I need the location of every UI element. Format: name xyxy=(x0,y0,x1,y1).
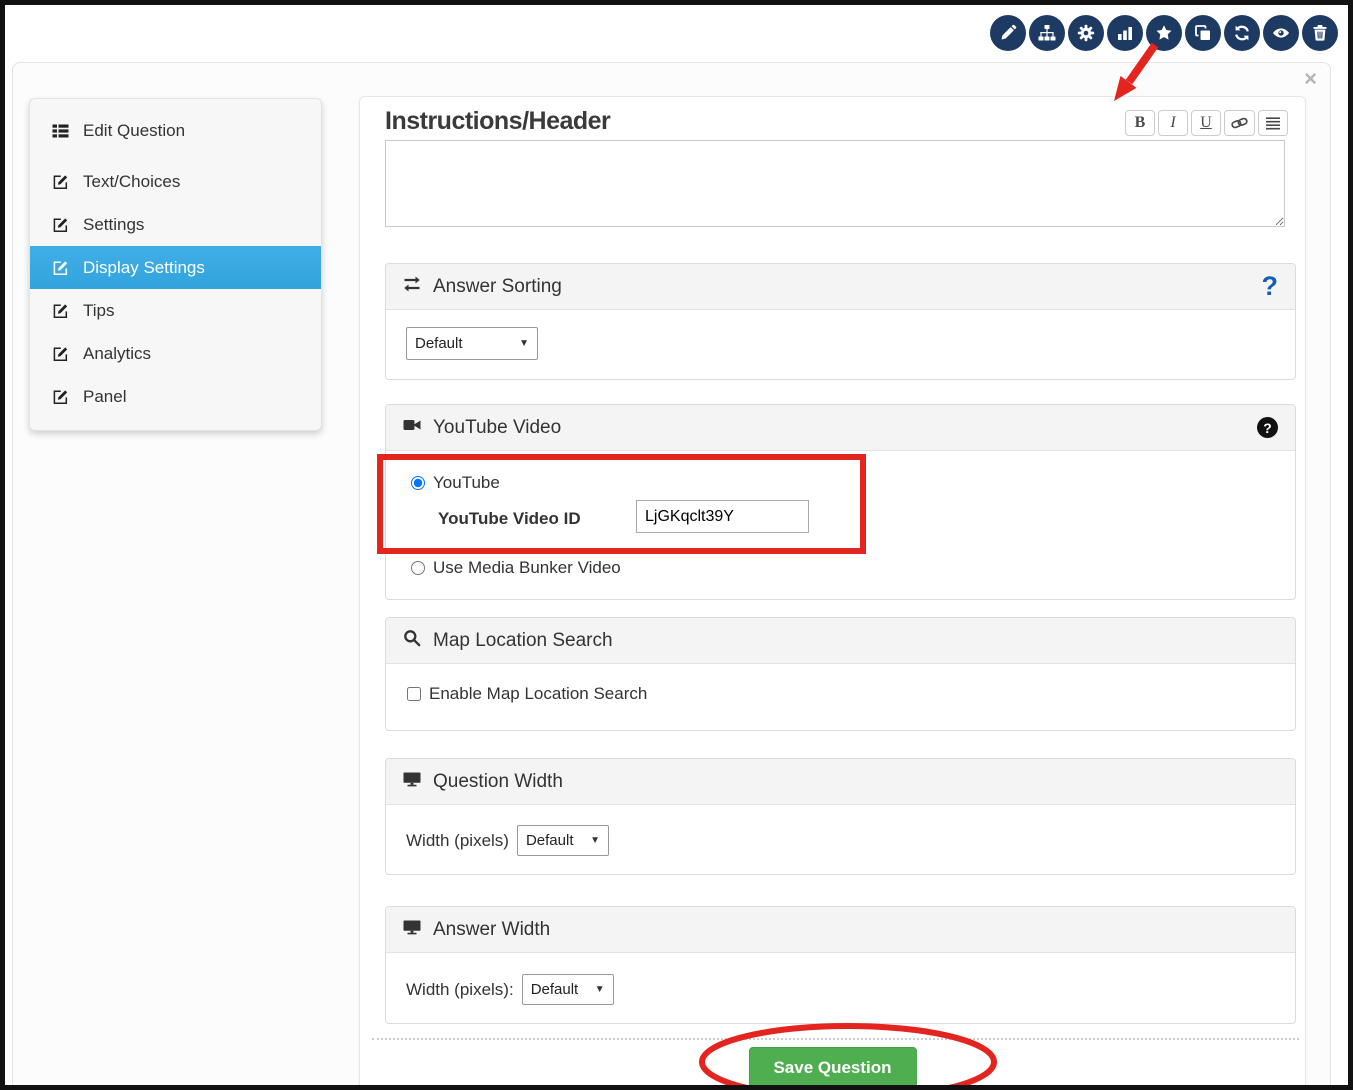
answer-width-panel: Answer Width Width (pixels): Default ▼ xyxy=(385,906,1296,1024)
trash-icon[interactable] xyxy=(1302,15,1338,51)
gear-icon[interactable] xyxy=(1068,15,1104,51)
search-icon xyxy=(403,629,421,653)
italic-button[interactable]: I xyxy=(1158,110,1188,136)
youtube-video-header: YouTube Video ? xyxy=(386,405,1295,451)
question-editor-modal: × Edit Question Text/Choices Settings xyxy=(12,62,1331,1085)
media-bunker-radio-row: Use Media Bunker Video xyxy=(411,558,621,578)
sidebar-item-label: Settings xyxy=(83,215,144,235)
section-title: YouTube Video xyxy=(433,417,561,439)
answer-width-row: Width (pixels): Default ▼ xyxy=(406,974,614,1005)
question-width-select[interactable]: Default ▼ xyxy=(517,825,609,856)
sidebar-item-settings[interactable]: Settings xyxy=(30,203,321,246)
youtube-video-id-label: YouTube Video ID xyxy=(438,509,581,529)
pencil-square-icon xyxy=(52,345,70,362)
save-question-button[interactable]: Save Question xyxy=(748,1047,916,1089)
youtube-radio-row: YouTube xyxy=(411,473,500,493)
action-toolbar xyxy=(990,15,1338,51)
help-icon[interactable]: ? xyxy=(1257,417,1278,438)
width-label: Width (pixels) xyxy=(406,831,509,851)
chevron-down-icon: ▼ xyxy=(590,835,600,846)
section-title: Answer Width xyxy=(433,919,550,941)
width-label: Width (pixels): xyxy=(406,980,514,1000)
section-title: Answer Sorting xyxy=(433,276,562,298)
video-camera-icon xyxy=(403,416,421,440)
sidebar-item-label: Text/Choices xyxy=(83,172,180,192)
section-title: Map Location Search xyxy=(433,630,613,652)
justify-icon[interactable] xyxy=(1258,110,1288,136)
answer-sorting-select[interactable]: Default ▼ xyxy=(406,327,538,360)
youtube-video-id-input[interactable] xyxy=(636,500,809,533)
sidebar-item-display-settings[interactable]: Display Settings xyxy=(30,246,321,289)
clone-icon[interactable] xyxy=(1185,15,1221,51)
sidebar: Edit Question Text/Choices Settings Disp… xyxy=(29,98,322,431)
chevron-down-icon: ▼ xyxy=(595,984,605,995)
question-width-row: Width (pixels) Default ▼ xyxy=(406,825,609,856)
richtext-toolbar: B I U xyxy=(1125,110,1288,136)
link-icon[interactable] xyxy=(1224,110,1255,136)
sidebar-item-label: Analytics xyxy=(83,344,151,364)
bar-chart-icon[interactable] xyxy=(1107,15,1143,51)
close-icon[interactable]: × xyxy=(1304,70,1317,88)
sidebar-item-panel[interactable]: Panel xyxy=(30,375,321,418)
bold-button[interactable]: B xyxy=(1125,110,1155,136)
enable-map-search-checkbox[interactable] xyxy=(407,687,421,701)
enable-map-search-row: Enable Map Location Search xyxy=(407,684,647,704)
pencil-square-icon xyxy=(52,216,70,233)
display-settings-content: Instructions/Header B I U xyxy=(359,96,1306,1085)
youtube-radio[interactable] xyxy=(411,476,425,490)
exchange-icon xyxy=(403,275,421,299)
chevron-down-icon: ▼ xyxy=(519,338,529,349)
sidebar-item-label: Tips xyxy=(83,301,115,321)
media-bunker-radio[interactable] xyxy=(411,561,425,575)
answer-sorting-panel: Answer Sorting ? Default ▼ xyxy=(385,263,1296,380)
sitemap-icon[interactable] xyxy=(1029,15,1065,51)
refresh-icon[interactable] xyxy=(1224,15,1260,51)
pencil-square-icon xyxy=(52,302,70,319)
sidebar-item-text-choices[interactable]: Text/Choices xyxy=(30,160,321,203)
youtube-video-panel: YouTube Video ? YouTube YouTube Video ID… xyxy=(385,404,1296,600)
question-width-header: Question Width xyxy=(386,759,1295,805)
sidebar-item-analytics[interactable]: Analytics xyxy=(30,332,321,375)
question-width-panel: Question Width Width (pixels) Default ▼ xyxy=(385,758,1296,875)
help-icon[interactable]: ? xyxy=(1262,273,1279,300)
screenshot-frame: × Edit Question Text/Choices Settings xyxy=(0,0,1353,1090)
sidebar-item-edit-question[interactable]: Edit Question xyxy=(30,109,321,152)
footer-separator xyxy=(372,1038,1299,1040)
desktop-icon xyxy=(403,918,421,942)
sidebar-item-label: Edit Question xyxy=(83,121,185,141)
sidebar-item-label: Display Settings xyxy=(83,258,205,278)
page-title: Instructions/Header xyxy=(385,107,610,136)
section-title: Question Width xyxy=(433,771,563,793)
instructions-textarea[interactable] xyxy=(385,140,1285,227)
eye-icon[interactable] xyxy=(1263,15,1299,51)
answer-sorting-header: Answer Sorting ? xyxy=(386,264,1295,310)
list-icon xyxy=(52,122,70,139)
answer-width-select[interactable]: Default ▼ xyxy=(522,974,614,1005)
map-location-panel: Map Location Search Enable Map Location … xyxy=(385,617,1296,731)
map-location-header: Map Location Search xyxy=(386,618,1295,664)
pencil-square-icon xyxy=(52,173,70,190)
answer-width-header: Answer Width xyxy=(386,907,1295,953)
sidebar-item-tips[interactable]: Tips xyxy=(30,289,321,332)
sidebar-item-label: Panel xyxy=(83,387,126,407)
underline-button[interactable]: U xyxy=(1191,110,1221,136)
pencil-square-icon xyxy=(52,259,70,276)
star-icon[interactable] xyxy=(1146,15,1182,51)
pencil-icon[interactable] xyxy=(990,15,1026,51)
pencil-square-icon xyxy=(52,388,70,405)
desktop-icon xyxy=(403,770,421,794)
